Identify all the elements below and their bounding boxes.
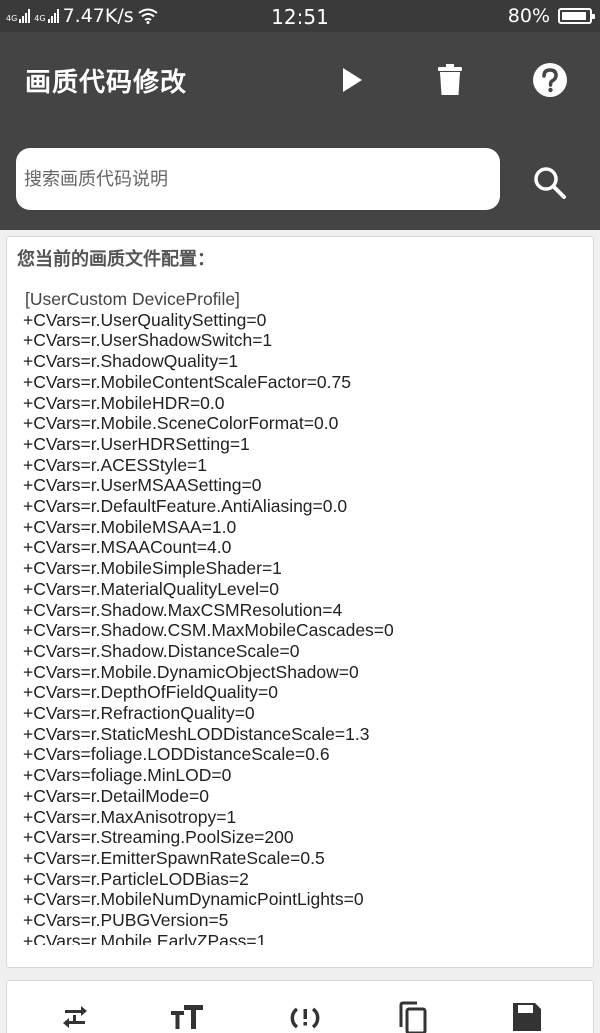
battery-icon — [558, 8, 595, 24]
text-size-icon[interactable] — [167, 1001, 207, 1033]
config-line: +CVars=r.UserQualitySetting=0 — [23, 309, 267, 330]
search-icon[interactable] — [528, 161, 572, 205]
search-input[interactable] — [24, 168, 500, 190]
bottom-action-bar — [6, 980, 594, 1033]
config-line: +CVars=r.MobileContentScaleFactor=0.75 — [23, 371, 351, 392]
copy-icon[interactable] — [393, 1001, 433, 1033]
config-line: +CVars=r.Streaming.PoolSize=200 — [23, 827, 294, 848]
config-line: +CVars=r.MSAACount=4.0 — [23, 537, 232, 558]
config-line: +CVars=r.Shadow.CSM.MaxMobileCascades=0 — [23, 620, 394, 641]
config-line: +CVars=r.Shadow.DistanceScale=0 — [23, 640, 300, 661]
config-line: +CVars=r.MaterialQualityLevel=0 — [23, 578, 279, 599]
play-icon[interactable] — [332, 60, 372, 100]
config-line: +CVars=r.ACESStyle=1 — [23, 454, 207, 475]
search-field[interactable] — [16, 148, 500, 210]
app-toolbar: 画质代码修改 — [0, 32, 600, 230]
config-line: +CVars=r.Shadow.MaxCSMResolution=4 — [23, 599, 343, 620]
battery-percent: 80% — [507, 5, 550, 27]
config-line: +CVars=r.MobileSimpleShader=1 — [23, 558, 282, 579]
config-line: +CVars=r.Mobile.DynamicObjectShadow=0 — [23, 661, 359, 682]
config-line: +CVars=r.DetailMode=0 — [23, 785, 209, 806]
config-card: 您当前的画质文件配置： [UserCustom DeviceProfile] +C… — [6, 236, 594, 968]
config-line: +CVars=r.UserHDRSetting=1 — [23, 433, 250, 454]
page-title: 画质代码修改 — [25, 68, 188, 98]
config-heading: 您当前的画质文件配置： — [17, 249, 215, 270]
config-line: +CVars=r.MobileHDR=0.0 — [23, 392, 225, 413]
config-line: +CVars=r.UserMSAASetting=0 — [23, 475, 262, 496]
config-line: +CVars=r.Mobile.SceneColorFormat=0.0 — [23, 413, 339, 434]
config-text-area[interactable]: [UserCustom DeviceProfile] +CVars=r.UserQ… — [23, 289, 583, 945]
config-line: +CVars=r.DefaultFeature.AntiAliasing=0.0 — [23, 496, 348, 517]
config-line: +CVars=r.PUBGVersion=5 — [23, 910, 229, 931]
trash-icon[interactable] — [430, 60, 470, 100]
save-icon[interactable] — [507, 1001, 547, 1033]
config-line: +CVars=r.EmitterSpawnRateScale=0.5 — [23, 847, 325, 868]
status-bar: 4G 4G 7.47K/s 12:51 80% — [0, 0, 600, 32]
config-line: +CVars=r.RefractionQuality=0 — [23, 703, 255, 724]
help-icon[interactable] — [530, 60, 570, 100]
config-line: +CVars=r.StaticMeshLODDistanceScale=1.3 — [23, 723, 370, 744]
config-line: +CVars=r.DepthOfFieldQuality=0 — [23, 682, 279, 703]
battery-fill — [562, 12, 586, 20]
config-line: +CVars=r.Mobile.EarlyZPass=1 — [23, 930, 267, 945]
repeat-one-icon[interactable] — [55, 1001, 95, 1033]
config-line: +CVars=r.MobileMSAA=1.0 — [23, 516, 237, 537]
status-right: 80% — [507, 5, 595, 27]
config-line: +CVars=r.MobileNumDynamicPointLights=0 — [23, 889, 364, 910]
config-line: +CVars=foliage.LODDistanceScale=0.6 — [23, 744, 330, 765]
config-line: +CVars=r.MaxAnisotropy=1 — [23, 806, 237, 827]
config-line: +CVars=foliage.MinLOD=0 — [23, 765, 232, 786]
sync-problem-icon[interactable] — [285, 1001, 325, 1033]
config-line: +CVars=r.UserShadowSwitch=1 — [23, 330, 273, 351]
config-line: +CVars=r.ShadowQuality=1 — [23, 351, 239, 372]
config-line: +CVars=r.ParticleLODBias=2 — [23, 868, 249, 889]
config-profile-header: [UserCustom DeviceProfile] — [25, 289, 240, 309]
